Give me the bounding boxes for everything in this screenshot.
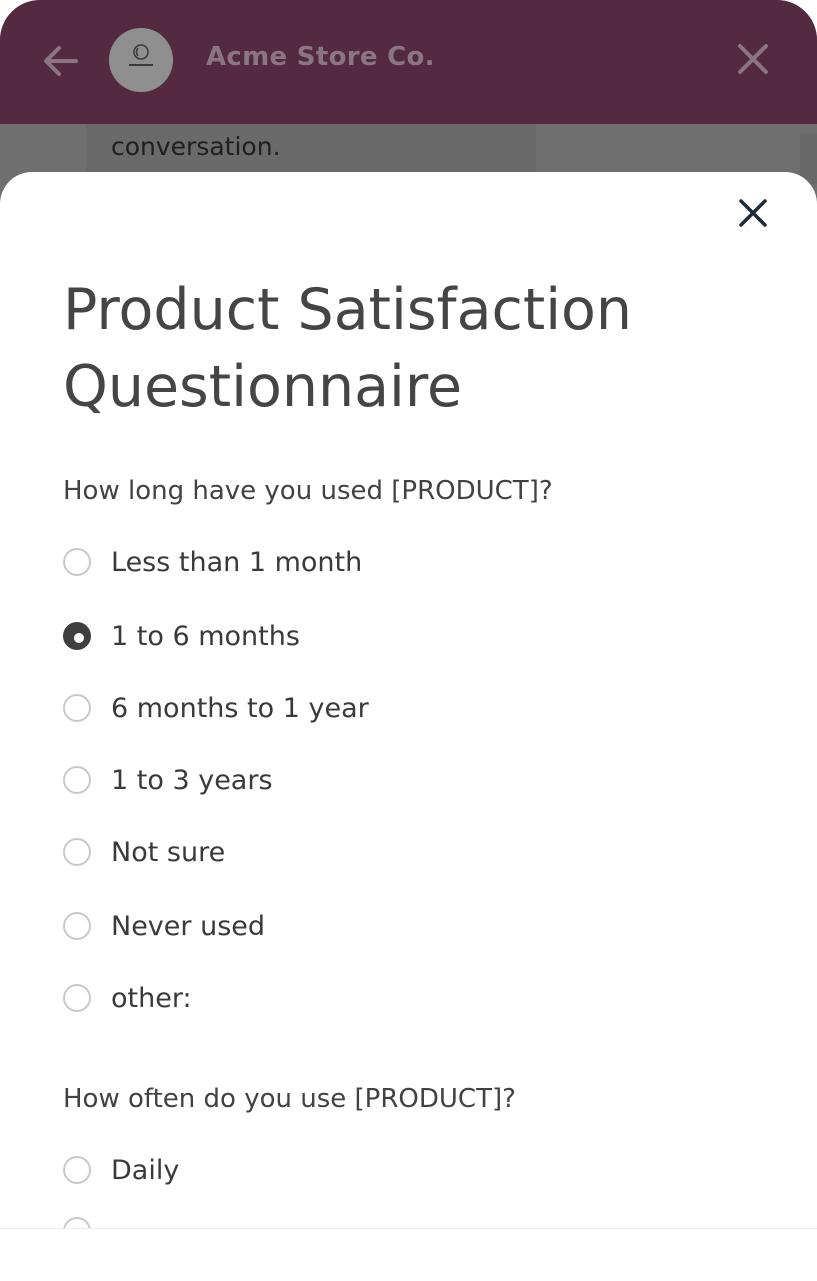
radio-option[interactable]: Never used xyxy=(63,909,265,943)
radio-option[interactable]: 6 months to 1 year xyxy=(63,691,369,725)
radio-option-label: 1 to 3 years xyxy=(111,764,273,796)
chat-header: Acme Store Co. xyxy=(0,0,817,124)
radio-button[interactable] xyxy=(63,912,91,940)
radio-option[interactable]: Daily xyxy=(63,1153,179,1187)
radio-option-label: Never used xyxy=(111,910,266,942)
back-arrow-icon[interactable] xyxy=(40,40,82,82)
survey-content: Product Satisfaction Questionnaire How l… xyxy=(7,252,807,1228)
radio-option-label: other: xyxy=(111,982,192,1014)
question-usage-frequency: How often do you use [PRODUCT]? xyxy=(63,1084,516,1114)
radio-option-label: 6 months to 1 year xyxy=(111,692,369,724)
radio-option-label: 1 to 6 months xyxy=(111,620,300,652)
survey-title: Product Satisfaction Questionnaire xyxy=(63,272,743,426)
store-logo xyxy=(109,28,173,92)
radio-option-label: Less than 1 month xyxy=(111,546,363,578)
radio-option[interactable]: Less than 1 month xyxy=(63,545,362,579)
radio-button[interactable] xyxy=(63,984,91,1012)
background-message-text: conversation. xyxy=(111,132,281,161)
survey-title-line: Product Satisfaction xyxy=(63,277,633,343)
radio-button[interactable] xyxy=(63,838,91,866)
radio-option[interactable]: 1 to 6 months xyxy=(63,619,300,653)
bottom-bar xyxy=(0,1228,817,1281)
close-icon[interactable] xyxy=(736,42,770,76)
radio-button[interactable] xyxy=(63,1156,91,1184)
radio-button[interactable] xyxy=(63,548,91,576)
radio-button[interactable] xyxy=(63,766,91,794)
survey-title-line: Questionnaire xyxy=(63,354,463,420)
radio-option-label: Not sure xyxy=(111,836,226,868)
header-title: Acme Store Co. xyxy=(206,42,435,72)
radio-option[interactable]: 1 to 3 years xyxy=(63,763,273,797)
radio-button[interactable] xyxy=(63,1217,91,1228)
radio-button-selected[interactable] xyxy=(63,622,91,650)
radio-option[interactable]: Not sure xyxy=(63,835,225,869)
survey-sheet: Product Satisfaction Questionnaire How l… xyxy=(0,172,817,1280)
radio-button[interactable] xyxy=(63,694,91,722)
question-usage-duration: How long have you used [PRODUCT]? xyxy=(63,476,553,506)
radio-option[interactable]: other: xyxy=(63,981,192,1015)
close-icon[interactable] xyxy=(736,196,770,230)
radio-option-label: Daily xyxy=(111,1154,180,1186)
radio-option-partial[interactable] xyxy=(63,1214,91,1228)
